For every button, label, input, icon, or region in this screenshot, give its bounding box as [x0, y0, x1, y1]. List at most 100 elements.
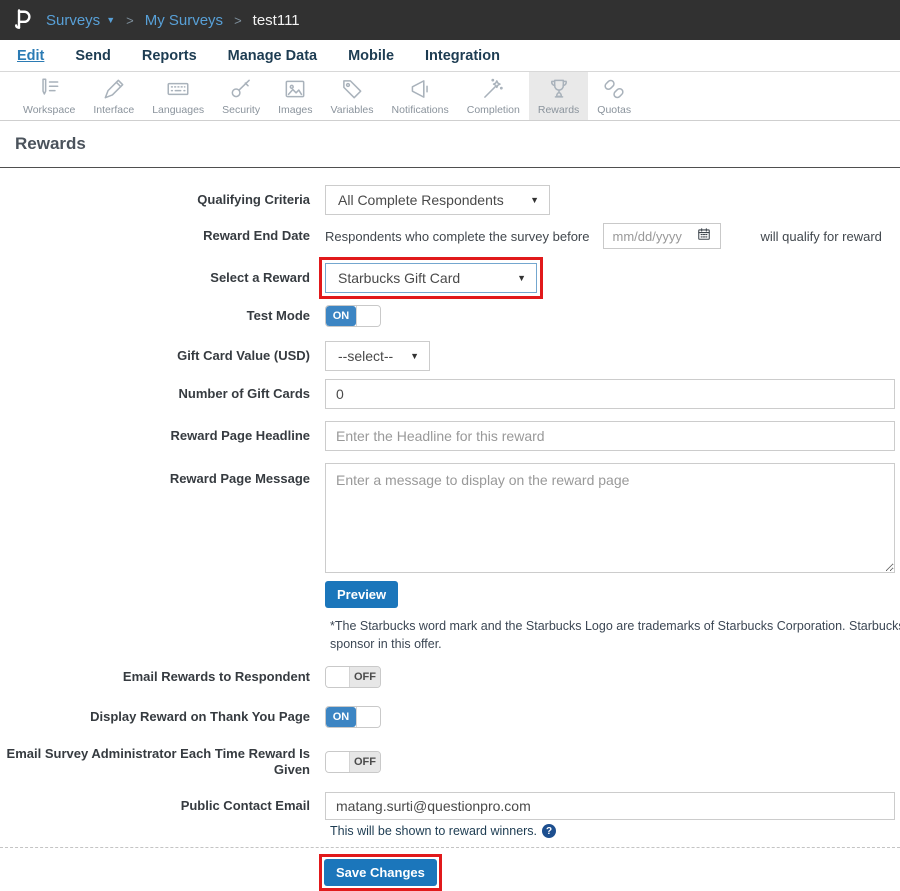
- gift-card-value-label: Gift Card Value (USD): [0, 348, 310, 364]
- breadcrumb-separator: >: [126, 13, 134, 28]
- toggle-handle: [326, 752, 350, 772]
- toggle-handle: [356, 306, 380, 326]
- reward-page-message-textarea[interactable]: [325, 463, 895, 573]
- public-contact-email-label: Public Contact Email: [0, 798, 310, 814]
- nav-tab-reports[interactable]: Reports: [142, 48, 197, 64]
- select-reward-row: Select a Reward Starbucks Gift Card ▼: [0, 257, 900, 299]
- toggle-handle: [356, 707, 380, 727]
- breadcrumb-surveys-label: Surveys: [46, 12, 100, 29]
- qualifying-criteria-row: Qualifying Criteria All Complete Respond…: [0, 185, 900, 215]
- number-of-gift-cards-input[interactable]: [325, 379, 895, 409]
- toolbar-item-label: Workspace: [23, 104, 75, 116]
- qualifying-criteria-label: Qualifying Criteria: [0, 192, 310, 208]
- gift-card-value-select[interactable]: --select-- ▼: [325, 341, 430, 371]
- notifications-icon: [407, 76, 433, 102]
- toolbar-item-label: Interface: [93, 104, 134, 116]
- test-mode-label: Test Mode: [0, 308, 310, 324]
- nav-tab-send[interactable]: Send: [75, 48, 110, 64]
- gift-card-value-row: Gift Card Value (USD) --select-- ▼: [0, 341, 900, 371]
- save-changes-button[interactable]: Save Changes: [324, 859, 437, 886]
- toggle-off-label: OFF: [350, 752, 380, 772]
- reward-end-date-prefix: Respondents who complete the survey befo…: [325, 229, 590, 244]
- nav-tab-manage-data[interactable]: Manage Data: [228, 48, 317, 64]
- nav-tab-mobile[interactable]: Mobile: [348, 48, 394, 64]
- qualifying-criteria-select[interactable]: All Complete Respondents ▼: [325, 185, 550, 215]
- toolbar-item-label: Security: [222, 104, 260, 116]
- toolbar-item-interface[interactable]: Interface: [84, 72, 143, 120]
- disclaimer-line-2: sponsor in this offer.: [330, 636, 900, 654]
- toolbar-item-security[interactable]: Security: [213, 72, 269, 120]
- reward-end-date-input[interactable]: mm/dd/yyyy: [603, 223, 721, 249]
- display-reward-toggle[interactable]: ON: [325, 706, 381, 728]
- annotation-box-save: Save Changes: [319, 854, 442, 891]
- number-of-gift-cards-row: Number of Gift Cards: [0, 379, 900, 409]
- toolbar-item-label: Notifications: [392, 104, 449, 116]
- security-icon: [228, 76, 254, 102]
- toolbar-item-languages[interactable]: Languages: [143, 72, 213, 120]
- public-email-help-text: This will be shown to reward winners.: [330, 824, 537, 838]
- toggle-off-label: OFF: [350, 667, 380, 687]
- interface-icon: [101, 76, 127, 102]
- breadcrumb-separator: >: [234, 13, 242, 28]
- reward-end-date-label: Reward End Date: [0, 228, 310, 244]
- toolbar-item-label: Images: [278, 104, 312, 116]
- chevron-down-icon: ▼: [106, 15, 115, 25]
- rewards-icon: [546, 76, 572, 102]
- annotation-box-select-reward: Starbucks Gift Card ▼: [319, 257, 543, 299]
- dashed-divider: [0, 847, 900, 848]
- toggle-handle: [326, 667, 350, 687]
- reward-page-headline-input[interactable]: [325, 421, 895, 451]
- preview-row: Preview: [325, 581, 900, 608]
- test-mode-row: Test Mode ON: [0, 305, 900, 327]
- select-reward-value: Starbucks Gift Card: [338, 270, 460, 286]
- reward-page-headline-row: Reward Page Headline: [0, 421, 900, 451]
- edit-toolbar: Workspace Interface Languages Security: [0, 72, 900, 121]
- toolbar-item-completion[interactable]: Completion: [458, 72, 529, 120]
- breadcrumb-my-surveys[interactable]: My Surveys: [145, 12, 223, 29]
- public-email-help: This will be shown to reward winners. ?: [330, 824, 900, 838]
- gift-card-value-value: --select--: [338, 348, 393, 364]
- qualifying-criteria-value: All Complete Respondents: [338, 192, 504, 208]
- workspace-icon: [36, 76, 62, 102]
- select-reward-label: Select a Reward: [0, 270, 310, 286]
- reward-end-date-suffix: will qualify for reward: [761, 229, 882, 244]
- disclaimer-line-1: *The Starbucks word mark and the Starbuc…: [330, 618, 900, 636]
- page-title: Rewards: [15, 134, 900, 154]
- toolbar-item-label: Variables: [331, 104, 374, 116]
- toolbar-item-notifications[interactable]: Notifications: [383, 72, 458, 120]
- save-row: Save Changes: [319, 854, 900, 891]
- title-divider: [0, 167, 900, 168]
- chevron-down-icon: ▼: [517, 273, 526, 283]
- chevron-down-icon: ▼: [530, 195, 539, 205]
- toggle-on-label: ON: [326, 707, 356, 727]
- questionpro-logo-icon[interactable]: [14, 9, 31, 31]
- public-contact-email-input[interactable]: [325, 792, 895, 820]
- images-icon: [282, 76, 308, 102]
- toolbar-item-quotas[interactable]: Quotas: [588, 72, 640, 120]
- rewards-form: Qualifying Criteria All Complete Respond…: [0, 185, 900, 891]
- select-reward-select[interactable]: Starbucks Gift Card ▼: [325, 263, 537, 293]
- help-icon[interactable]: ?: [542, 824, 556, 838]
- email-admin-toggle[interactable]: OFF: [325, 751, 381, 773]
- toolbar-item-variables[interactable]: Variables: [322, 72, 383, 120]
- quotas-icon: [601, 76, 627, 102]
- main-nav: Edit Send Reports Manage Data Mobile Int…: [0, 40, 900, 72]
- toggle-on-label: ON: [326, 306, 356, 326]
- chevron-down-icon: ▼: [410, 351, 419, 361]
- languages-icon: [165, 76, 191, 102]
- breadcrumb-surveys[interactable]: Surveys ▼: [46, 12, 115, 29]
- toolbar-item-images[interactable]: Images: [269, 72, 321, 120]
- breadcrumb-current-survey[interactable]: test111: [253, 12, 300, 29]
- toolbar-item-workspace[interactable]: Workspace: [14, 72, 84, 120]
- email-rewards-toggle[interactable]: OFF: [325, 666, 381, 688]
- reward-end-date-row: Reward End Date Respondents who complete…: [0, 223, 900, 249]
- email-admin-row: Email Survey Administrator Each Time Rew…: [0, 746, 900, 777]
- toolbar-item-rewards[interactable]: Rewards: [529, 72, 588, 120]
- preview-button[interactable]: Preview: [325, 581, 398, 608]
- calendar-icon[interactable]: [697, 227, 711, 246]
- test-mode-toggle[interactable]: ON: [325, 305, 381, 327]
- email-admin-label: Email Survey Administrator Each Time Rew…: [0, 746, 310, 777]
- nav-tab-edit[interactable]: Edit: [17, 48, 44, 64]
- display-reward-label: Display Reward on Thank You Page: [0, 709, 310, 725]
- nav-tab-integration[interactable]: Integration: [425, 48, 500, 64]
